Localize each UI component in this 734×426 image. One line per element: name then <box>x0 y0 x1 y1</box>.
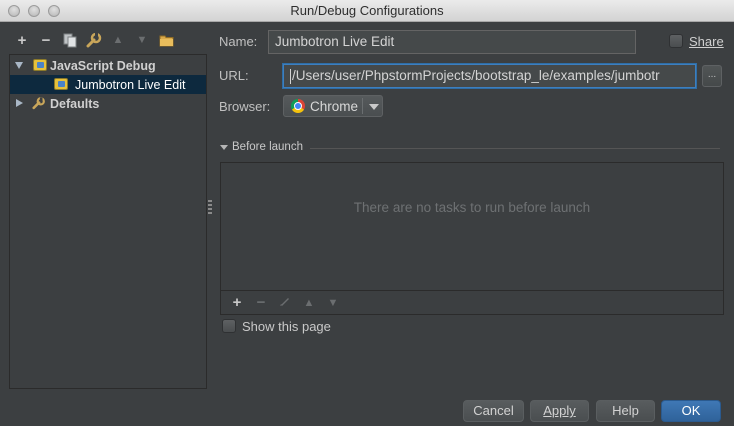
ok-button[interactable]: OK <box>661 400 721 422</box>
close-window-icon[interactable] <box>8 5 20 17</box>
copy-configuration-button[interactable] <box>58 30 82 50</box>
show-page-checkbox[interactable] <box>222 319 236 333</box>
tree-item-defaults[interactable]: Defaults <box>10 94 206 113</box>
before-launch-header: Before launch <box>232 141 303 153</box>
zoom-window-icon[interactable] <box>48 5 60 17</box>
url-value: /Users/user/PhpstormProjects/bootstrap_l… <box>292 68 660 83</box>
tree-item-label: Defaults <box>50 96 100 111</box>
minimize-window-icon[interactable] <box>28 5 40 17</box>
tree-item-label: Jumbotron Live Edit <box>75 77 186 92</box>
panel-splitter[interactable] <box>208 200 212 214</box>
configurations-tree[interactable]: JavaScript Debug Jumbotron Live Edit Def… <box>9 54 207 389</box>
collapse-arrow-icon[interactable] <box>16 99 23 107</box>
tree-item-javascript-debug[interactable]: JavaScript Debug <box>10 56 206 75</box>
add-configuration-button[interactable]: + <box>10 30 34 50</box>
share-label: Share <box>689 34 724 49</box>
window-title: Run/Debug Configurations <box>290 3 444 18</box>
before-launch-toggle[interactable]: Before launch <box>220 141 303 153</box>
title-bar: Run/Debug Configurations <box>0 0 734 22</box>
browser-value: Chrome <box>310 98 359 114</box>
chevron-down-icon <box>369 104 379 110</box>
browser-label: Browser: <box>219 99 271 114</box>
url-field[interactable]: /Users/user/PhpstormProjects/bootstrap_l… <box>283 64 696 88</box>
text-cursor <box>290 68 291 84</box>
tasks-toolbar: + − ▲ ▼ <box>221 290 723 314</box>
move-down-button[interactable]: ▼ <box>130 30 154 50</box>
url-label: URL: <box>219 68 249 83</box>
divider <box>310 148 720 149</box>
copy-icon <box>63 33 77 47</box>
wrench-icon <box>86 32 102 47</box>
name-label: Name: <box>219 34 258 49</box>
browse-url-button[interactable]: ... <box>702 65 722 87</box>
remove-task-button[interactable]: − <box>249 294 273 311</box>
edit-task-button[interactable] <box>273 294 297 311</box>
tree-item-jumbotron-live-edit[interactable]: Jumbotron Live Edit <box>10 75 206 94</box>
share-checkbox[interactable] <box>669 34 683 48</box>
help-button[interactable]: Help <box>596 400 655 422</box>
apply-button[interactable]: Apply <box>530 400 589 422</box>
move-task-down-button[interactable]: ▼ <box>321 297 345 309</box>
name-field[interactable]: Jumbotron Live Edit <box>268 30 636 54</box>
pencil-icon <box>280 298 289 306</box>
cancel-button[interactable]: Cancel <box>463 400 524 422</box>
combo-separator <box>362 98 363 114</box>
config-toolbar: + − ▲ ▼ <box>10 30 178 50</box>
empty-tasks-message: There are no tasks to run before launch <box>353 200 591 215</box>
edit-defaults-button[interactable] <box>82 30 106 50</box>
javascript-debug-icon <box>33 59 47 71</box>
expand-arrow-icon[interactable] <box>15 62 23 69</box>
add-task-button[interactable]: + <box>225 294 249 311</box>
remove-configuration-button[interactable]: − <box>34 30 58 50</box>
wrench-icon <box>32 97 45 110</box>
show-page-label: Show this page <box>242 319 331 334</box>
collapse-arrow-icon <box>220 144 228 150</box>
browser-select[interactable]: Chrome <box>283 95 383 117</box>
javascript-debug-icon <box>54 78 68 90</box>
folder-icon <box>159 35 173 46</box>
before-launch-tasks-panel[interactable]: There are no tasks to run before launch … <box>220 162 724 315</box>
move-task-up-button[interactable]: ▲ <box>297 297 321 309</box>
tree-item-label: JavaScript Debug <box>50 58 156 73</box>
chrome-icon <box>291 99 305 113</box>
create-folder-button[interactable] <box>154 30 178 50</box>
move-up-button[interactable]: ▲ <box>106 30 130 50</box>
